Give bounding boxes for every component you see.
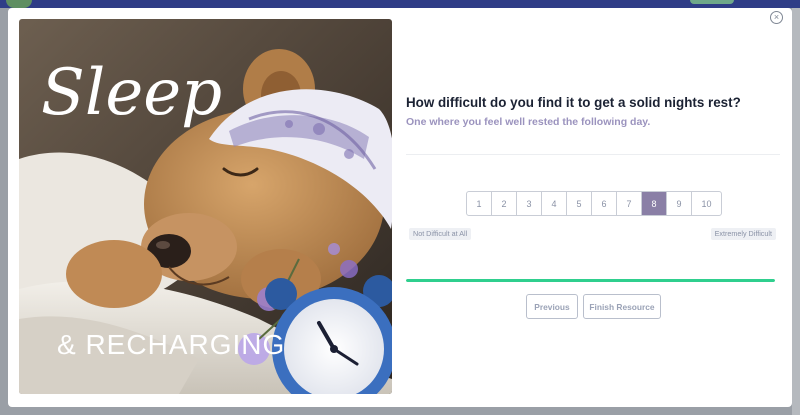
- close-glyph: ×: [773, 11, 780, 22]
- scale-min-label: Not Difficult at All: [409, 228, 472, 240]
- rating-option-2[interactable]: 2: [492, 192, 517, 215]
- close-icon[interactable]: ×: [770, 11, 783, 24]
- rating-option-9[interactable]: 9: [667, 192, 692, 215]
- previous-button[interactable]: Previous: [526, 294, 578, 319]
- header-button: [690, 0, 734, 4]
- rating-option-5[interactable]: 5: [567, 192, 592, 215]
- rating-option-7[interactable]: 7: [617, 192, 642, 215]
- page-background: [792, 8, 800, 415]
- hero-subtitle: & RECHARGING: [57, 329, 285, 360]
- rating-option-6[interactable]: 6: [592, 192, 617, 215]
- progress-bar-fill: [406, 279, 775, 282]
- rating-option-8[interactable]: 8: [642, 192, 667, 215]
- rating-option-3[interactable]: 3: [517, 192, 542, 215]
- question-title: How difficult do you find it to get a so…: [406, 95, 741, 110]
- rating-option-10[interactable]: 10: [692, 192, 721, 215]
- app-logo: [6, 0, 32, 8]
- finish-resource-button[interactable]: Finish Resource: [583, 294, 661, 319]
- rating-option-4[interactable]: 4: [542, 192, 567, 215]
- scale-max-label: Extremely Difficult: [710, 228, 776, 240]
- difficulty-rating-scale: 1 2 3 4 5 6 7 8 9 10: [466, 191, 722, 216]
- rating-option-1[interactable]: 1: [467, 192, 492, 215]
- app-header-bar: [0, 0, 800, 8]
- sleep-illustration: Sleep & RECHARGING: [19, 19, 392, 394]
- hero-title: Sleep: [41, 56, 222, 130]
- progress-bar: [406, 279, 775, 282]
- question-subtitle: One where you feel well rested the follo…: [406, 116, 651, 128]
- divider: [406, 154, 780, 155]
